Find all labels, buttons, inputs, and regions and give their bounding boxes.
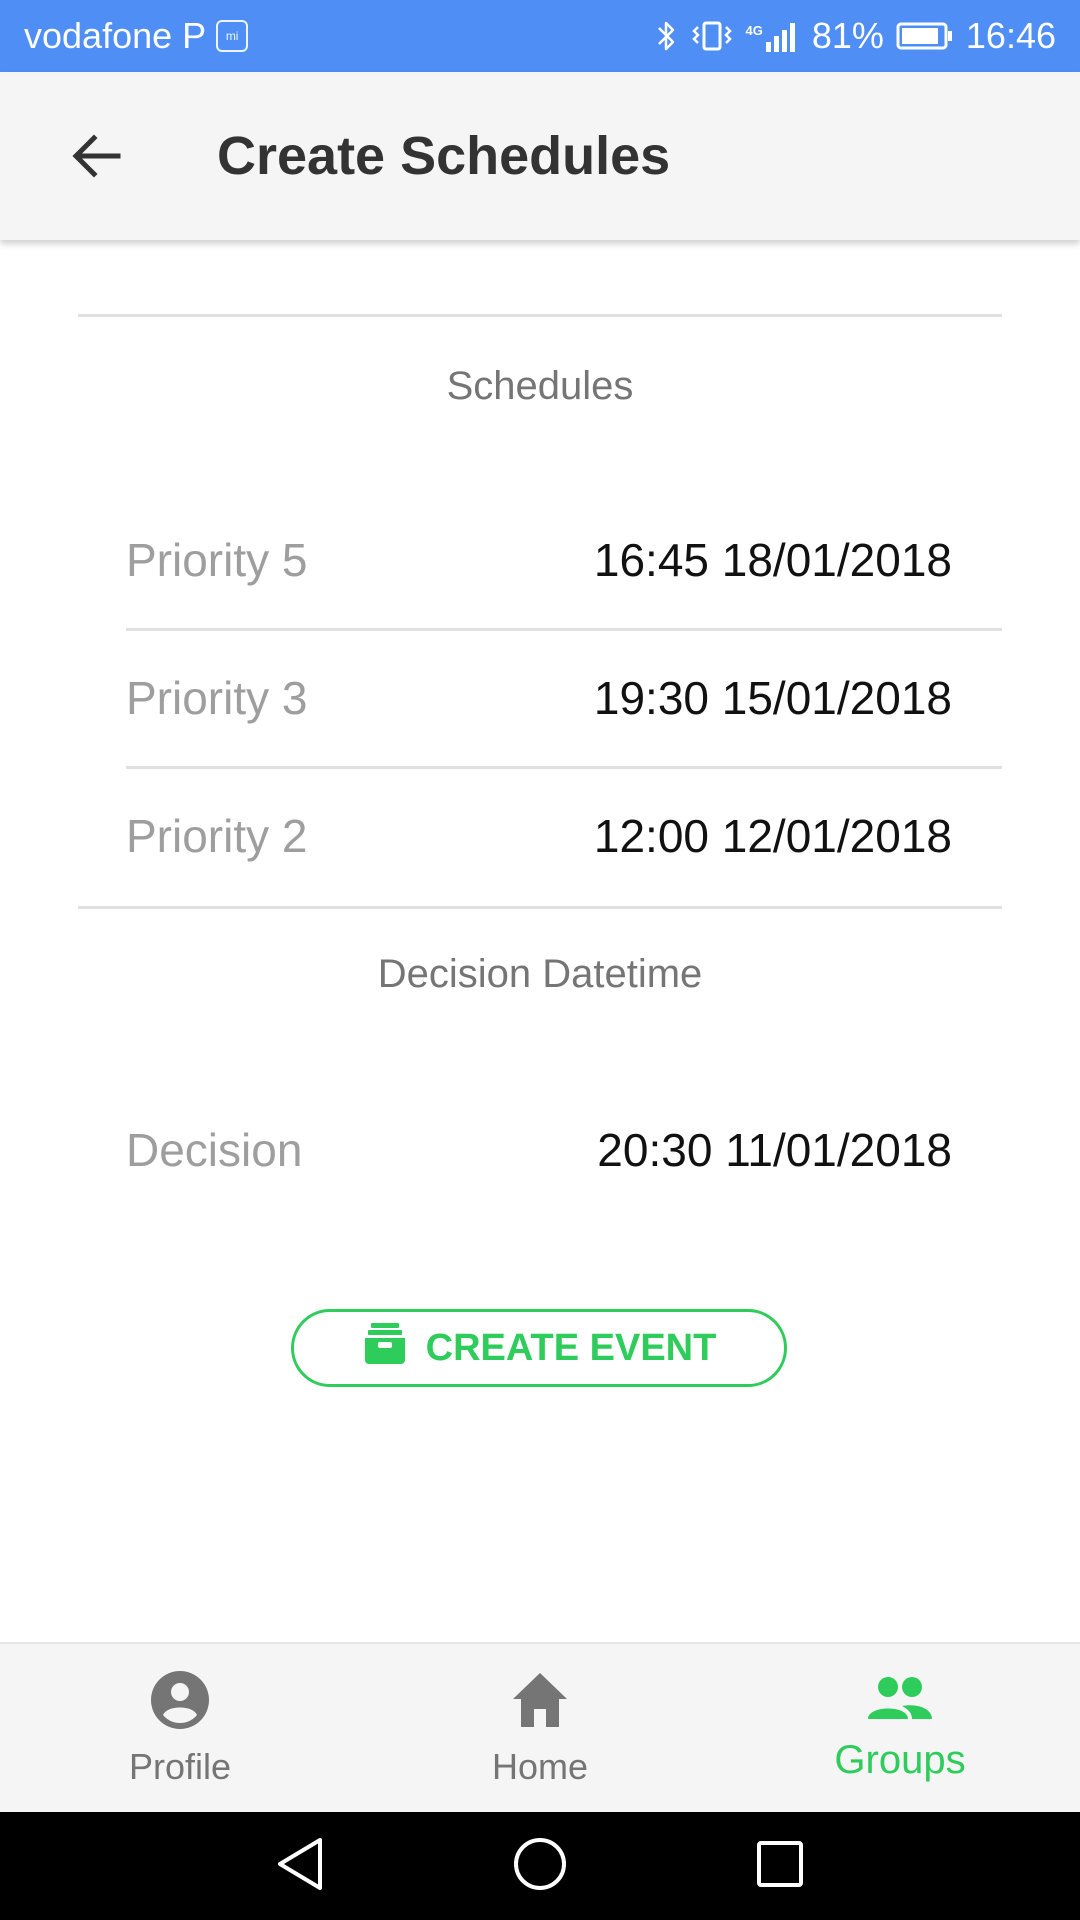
nav-item-groups[interactable]: Groups <box>720 1644 1080 1812</box>
nav-label-profile: Profile <box>128 1745 232 1787</box>
page-title: Create Schedules <box>217 126 671 186</box>
schedule-row-label: Priority 3 <box>126 672 308 724</box>
system-home-button[interactable] <box>504 1830 576 1902</box>
recents-square-icon <box>754 1838 806 1895</box>
arrow-back-icon <box>70 130 122 187</box>
system-back-button[interactable] <box>264 1830 336 1902</box>
app-bar: Create Schedules <box>0 72 1080 240</box>
system-nav-bar <box>0 1812 1080 1920</box>
back-triangle-icon <box>274 1836 326 1897</box>
decision-section-label: Decision Datetime <box>377 952 703 996</box>
schedule-row-label: Priority 2 <box>126 810 308 862</box>
divider-top <box>78 314 1002 317</box>
schedule-row-value: 16:45 18/01/2018 <box>593 534 952 586</box>
vibrate-icon <box>690 19 734 53</box>
decision-row-label: Decision <box>126 1124 303 1176</box>
nav-item-home[interactable]: Home <box>360 1644 720 1812</box>
schedule-row-value: 12:00 12/01/2018 <box>593 810 952 862</box>
battery-icon <box>896 21 954 51</box>
nav-item-profile[interactable]: Profile <box>0 1644 360 1812</box>
home-icon <box>509 1669 571 1736</box>
schedule-row-label: Priority 5 <box>126 534 308 586</box>
content: Schedules Priority 5 16:45 18/01/2018 Pr… <box>0 240 1080 1642</box>
schedule-row[interactable]: Priority 5 16:45 18/01/2018 <box>126 491 952 629</box>
divider-bottom <box>78 906 1002 909</box>
schedule-row-value: 19:30 15/01/2018 <box>593 672 952 724</box>
bottom-nav: Profile Home Groups <box>0 1642 1080 1812</box>
nav-label-groups: Groups <box>834 1738 966 1782</box>
battery-percent: 81% <box>811 15 884 56</box>
create-event-label: CREATE EVENT <box>425 1326 717 1369</box>
schedule-row[interactable]: Priority 2 12:00 12/01/2018 <box>126 767 952 905</box>
carrier-badge: mi <box>216 20 249 52</box>
home-circle-icon <box>512 1836 568 1897</box>
schedule-row[interactable]: Priority 3 19:30 15/01/2018 <box>126 629 952 767</box>
decision-row-value: 20:30 11/01/2018 <box>597 1124 952 1176</box>
clock: 16:46 <box>965 15 1056 56</box>
schedules-section-label: Schedules <box>446 364 634 408</box>
status-bar: vodafone P mi 4G 81% 16:46 <box>0 0 1080 72</box>
decision-row[interactable]: Decision 20:30 11/01/2018 <box>126 1081 952 1219</box>
signal-icon: 4G <box>746 20 800 52</box>
bluetooth-icon <box>656 19 678 53</box>
status-left: vodafone P mi <box>24 0 249 72</box>
nav-label-home: Home <box>491 1745 589 1787</box>
create-event-button[interactable]: CREATE EVENT <box>291 1309 787 1387</box>
inbox-archive-icon <box>362 1320 408 1376</box>
account-circle-icon <box>149 1669 211 1736</box>
carrier-name: vodafone P <box>24 15 207 56</box>
system-recents-button[interactable] <box>744 1830 816 1902</box>
group-icon <box>866 1673 934 1728</box>
back-button[interactable] <box>56 118 136 198</box>
network-type: 4G <box>745 23 763 38</box>
status-right: 4G 81% 16:46 <box>656 0 1056 72</box>
